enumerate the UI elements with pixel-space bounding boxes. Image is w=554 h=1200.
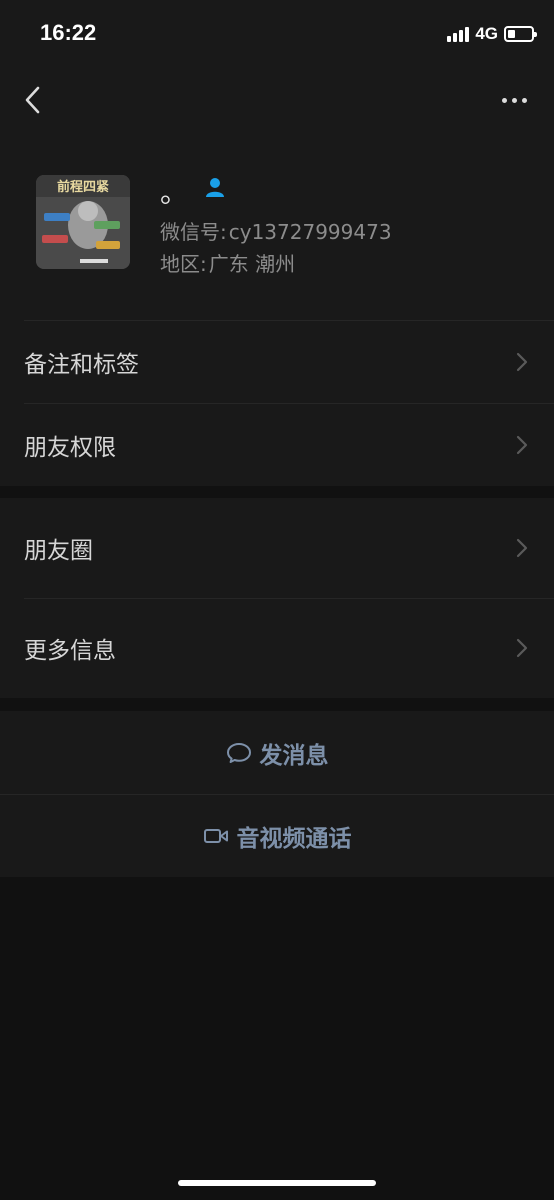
menu-item-label: 朋友权限 <box>24 434 116 461</box>
region-line: 地区: 广东 潮州 <box>160 248 295 277</box>
wechat-id-value: cy13727999473 <box>228 220 392 244</box>
region-value: 广东 潮州 <box>208 252 296 276</box>
menu-item-remark-tags[interactable]: 备注和标签 <box>0 320 554 403</box>
avatar[interactable]: 前程四紧 <box>36 175 130 269</box>
status-bar: 16:22 4G <box>0 0 554 70</box>
battery-icon <box>504 26 537 42</box>
video-call-label: 音视频通话 <box>236 825 352 852</box>
send-message-button[interactable]: 发消息 <box>0 711 554 794</box>
person-icon <box>206 178 224 197</box>
chevron-right-icon <box>516 538 528 558</box>
status-time: 16:22 <box>40 20 97 45</box>
menu-group-moments-info: 朋友圈 更多信息 <box>0 498 554 698</box>
more-dots-icon <box>501 97 507 103</box>
menu-item-label: 朋友圈 <box>24 538 93 564</box>
send-message-label: 发消息 <box>259 742 329 769</box>
nickname: 。 <box>160 176 189 209</box>
nav-bar <box>0 70 554 130</box>
avatar-text: 前程四紧 <box>57 179 109 195</box>
menu-group-remark-permissions: 备注和标签 朋友权限 <box>0 320 554 486</box>
menu-item-label: 备注和标签 <box>24 351 139 378</box>
chevron-right-icon <box>516 638 528 658</box>
video-call-button[interactable]: 音视频通话 <box>0 794 554 877</box>
avatar-image: 前程四紧 <box>36 175 130 269</box>
menu-item-friend-permissions[interactable]: 朋友权限 <box>0 403 554 486</box>
chevron-right-icon <box>516 435 528 454</box>
more-button[interactable] <box>496 88 532 112</box>
contact-profile-screen: 16:22 4G 前程四紧 。 微信号: cy13727999473 地区: 广… <box>0 0 554 1200</box>
chevron-left-icon <box>25 86 40 114</box>
signal-icon <box>447 26 470 42</box>
status-indicators: 4G <box>447 24 537 44</box>
network-type: 4G <box>475 24 498 43</box>
home-indicator[interactable] <box>178 1180 376 1186</box>
back-button[interactable] <box>18 80 54 120</box>
menu-item-moments[interactable]: 朋友圈 <box>0 498 554 598</box>
wechat-id-line: 微信号: cy13727999473 <box>160 216 392 245</box>
video-camera-icon <box>203 828 228 843</box>
menu-item-more-info[interactable]: 更多信息 <box>0 598 554 698</box>
chevron-right-icon <box>516 352 528 371</box>
profile-header: 前程四紧 。 微信号: cy13727999473 地区: 广东 潮州 <box>0 130 554 320</box>
action-group: 发消息 音视频通话 <box>0 711 554 877</box>
menu-item-label: 更多信息 <box>24 638 116 664</box>
region-label: 地区: <box>160 252 207 276</box>
wechat-id-label: 微信号: <box>160 220 227 244</box>
chat-bubble-icon <box>226 742 251 763</box>
